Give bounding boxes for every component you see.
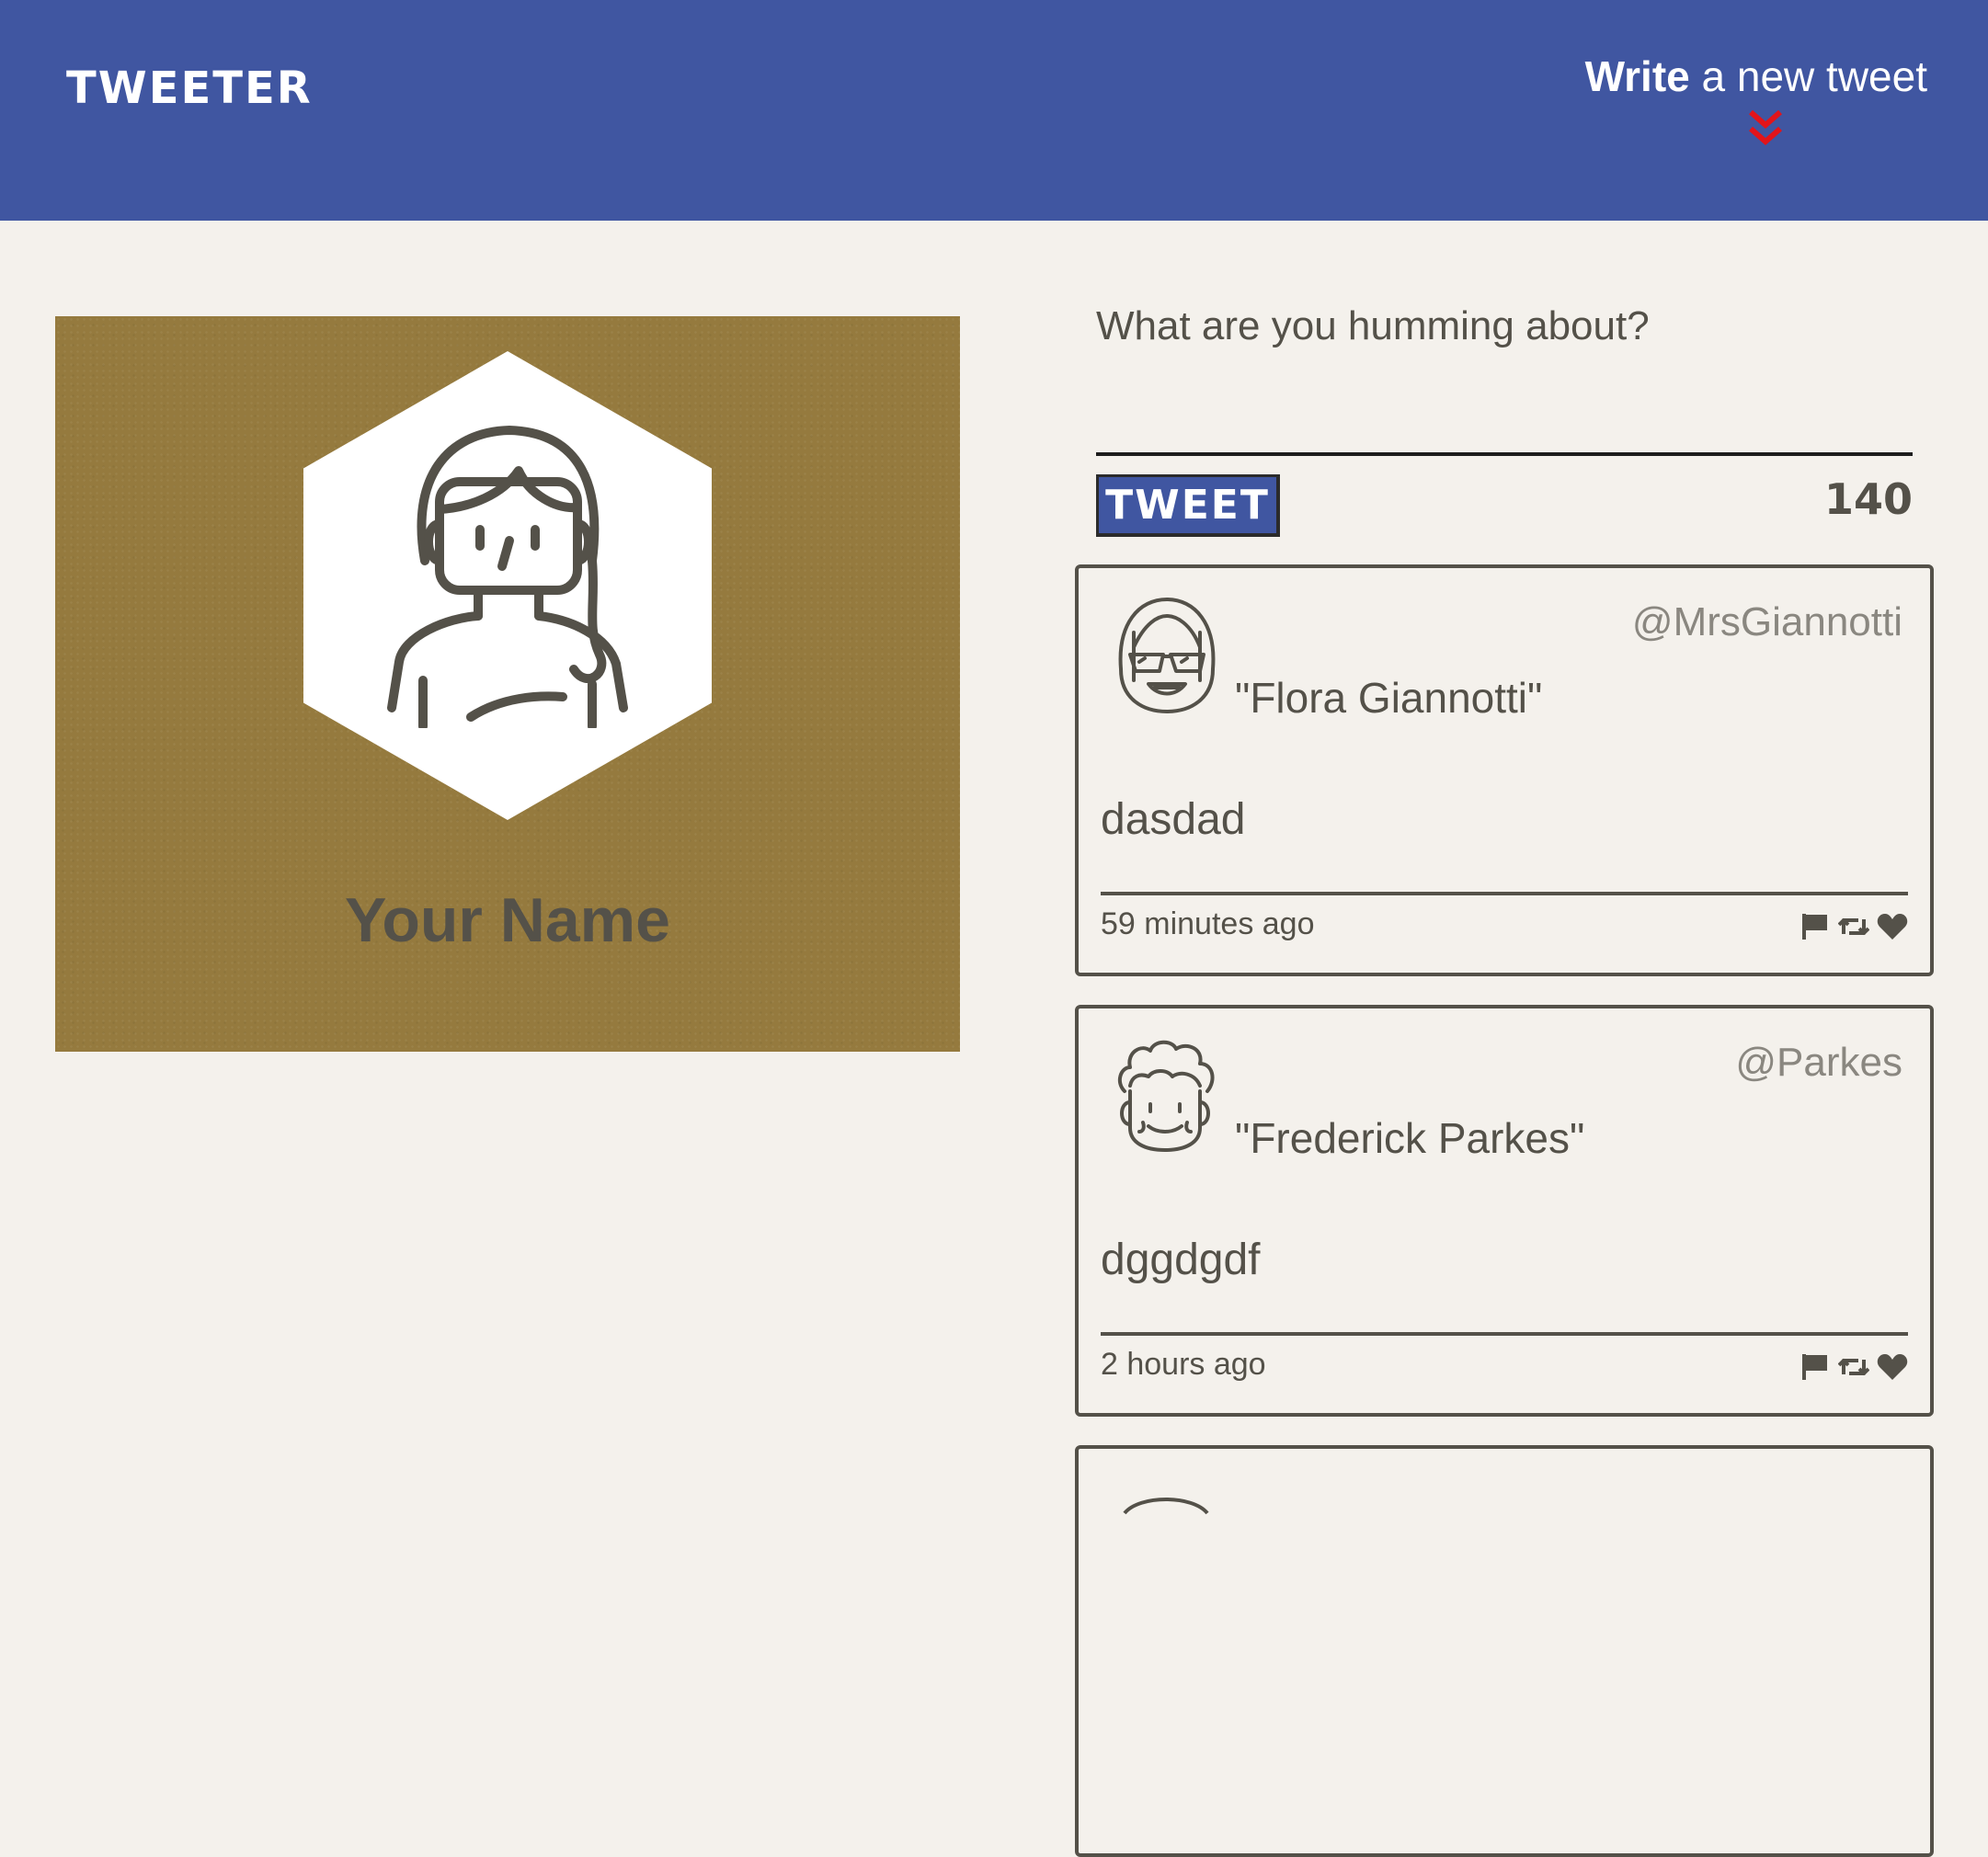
- write-new-tweet-strong: Write: [1584, 52, 1690, 100]
- write-new-tweet-link[interactable]: Write a new tweet: [1585, 51, 1927, 101]
- heart-icon[interactable]: [1877, 1352, 1908, 1382]
- profile-avatar-hexagon: [303, 351, 712, 820]
- tweet-card: @MrsGiannotti "Flora Giannotti" dasdad 5…: [1075, 564, 1934, 976]
- profile-name: Your Name: [345, 885, 670, 955]
- write-new-tweet-rest: a new tweet: [1689, 52, 1928, 100]
- retweet-icon[interactable]: [1837, 912, 1870, 941]
- tweet-text-input[interactable]: [1096, 303, 1913, 456]
- tweet-card: [1075, 1445, 1934, 1857]
- avatar-glasses-icon: [1118, 598, 1216, 713]
- tweet-actions: [1799, 912, 1908, 941]
- tweet-actions: [1799, 1352, 1908, 1382]
- tweet-author-name: "Flora Giannotti": [1235, 674, 1543, 722]
- double-chevron-down-icon[interactable]: [1747, 108, 1784, 149]
- character-counter: 140: [1823, 474, 1913, 524]
- tweet-submit-button[interactable]: TWEET: [1096, 474, 1280, 537]
- tweet-footer: 2 hours ago: [1101, 1332, 1908, 1396]
- tweet-handle[interactable]: @Parkes: [1735, 1040, 1902, 1086]
- tweet-content: dggdgdf: [1101, 1236, 1261, 1284]
- tweet-timestamp: 2 hours ago: [1101, 1347, 1266, 1382]
- tweet-timestamp: 59 minutes ago: [1101, 906, 1315, 941]
- flag-icon[interactable]: [1799, 912, 1831, 941]
- heart-icon[interactable]: [1877, 912, 1908, 941]
- flag-icon[interactable]: [1799, 1352, 1831, 1382]
- tweet-author-name: "Frederick Parkes": [1235, 1114, 1585, 1162]
- avatar-curly-hair-icon: [1117, 1040, 1215, 1152]
- tweet-footer: 59 minutes ago: [1101, 892, 1908, 956]
- top-nav: TWEETER Write a new tweet: [0, 0, 1988, 221]
- tweet-card: @Parkes "Frederick Parkes" dggdgdf 2 hou…: [1075, 1005, 1934, 1417]
- avatar-icon: [1123, 1498, 1209, 1515]
- retweet-icon[interactable]: [1837, 1352, 1870, 1382]
- new-tweet-composer: TWEET 140: [1096, 303, 1913, 537]
- profile-card: Your Name: [55, 316, 960, 1052]
- logo[interactable]: TWEETER: [66, 63, 313, 114]
- tweet-handle[interactable]: @MrsGiannotti: [1632, 599, 1902, 645]
- tweet-content: dasdad: [1101, 795, 1246, 844]
- female-avatar-icon: [387, 426, 628, 728]
